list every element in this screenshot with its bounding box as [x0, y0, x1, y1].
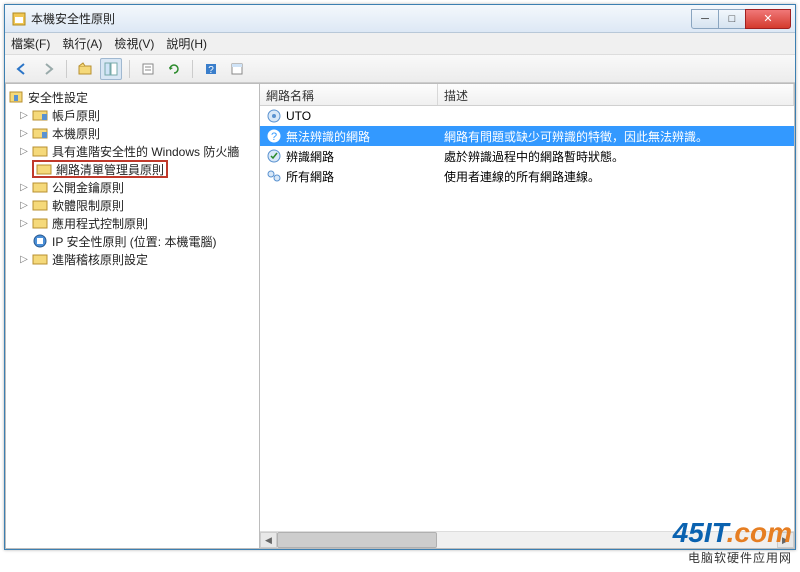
menu-help[interactable]: 說明(H) [166, 35, 207, 52]
tree-item-software-restriction[interactable]: ▷ 軟體限制原則 [8, 196, 257, 214]
tree-root[interactable]: 安全性設定 [8, 88, 257, 106]
svg-text:?: ? [208, 65, 214, 76]
app-icon [11, 11, 27, 27]
expander-spacer [18, 163, 30, 175]
list-row[interactable]: 辨識網路 處於辨識過程中的網路暫時狀態。 [260, 146, 794, 166]
expander-icon[interactable]: ▷ [18, 127, 30, 139]
scroll-left-button[interactable]: ◀ [260, 532, 277, 548]
toolbar: ? [5, 55, 795, 83]
row-name: UTO [286, 109, 311, 123]
folder-icon [32, 125, 48, 141]
folder-icon [36, 161, 52, 177]
ipsec-icon [32, 233, 48, 249]
scroll-thumb[interactable] [277, 532, 437, 548]
row-desc: 使用者連線的所有網路連線。 [438, 168, 794, 185]
menu-action[interactable]: 執行(A) [62, 35, 102, 52]
folder-icon [32, 107, 48, 123]
folder-icon [32, 251, 48, 267]
list-row[interactable]: ? 無法辨識的網路 網路有問題或缺少可辨識的特徵，因此無法辨識。 [260, 126, 794, 146]
export-button[interactable] [137, 58, 159, 80]
list-row[interactable]: 所有網路 使用者連線的所有網路連線。 [260, 166, 794, 186]
help-button[interactable]: ? [200, 58, 222, 80]
network-icon [266, 108, 282, 124]
row-name: 無法辨識的網路 [286, 128, 370, 145]
svg-text:?: ? [271, 131, 277, 143]
watermark-brand: 45IT.com [673, 517, 792, 549]
column-header-desc[interactable]: 描述 [438, 84, 794, 105]
folder-icon [32, 197, 48, 213]
app-window: 本機安全性原則 ─ □ ✕ 檔案(F) 執行(A) 檢視(V) 說明(H) ? … [4, 4, 796, 550]
properties-button[interactable] [226, 58, 248, 80]
up-button[interactable] [74, 58, 96, 80]
security-icon [8, 89, 24, 105]
folder-icon [32, 215, 48, 231]
row-name: 所有網路 [286, 168, 334, 185]
expander-icon[interactable]: ▷ [18, 253, 30, 265]
menu-view[interactable]: 檢視(V) [114, 35, 154, 52]
expander-icon[interactable]: ▷ [18, 181, 30, 193]
tree-item-app-control[interactable]: ▷ 應用程式控制原則 [8, 214, 257, 232]
expander-icon[interactable]: ▷ [18, 145, 30, 157]
row-desc: 網路有問題或缺少可辨識的特徵，因此無法辨識。 [438, 128, 794, 145]
tree-item-ip-security[interactable]: IP 安全性原則 (位置: 本機電腦) [8, 232, 257, 250]
tree-item-account-policies[interactable]: ▷ 帳戶原則 [8, 106, 257, 124]
tree-panel: 安全性設定 ▷ 帳戶原則 ▷ 本機原則 ▷ 具有進階安全性的 Windows 防… [6, 84, 260, 548]
list-row[interactable]: UTO [260, 106, 794, 126]
menu-bar: 檔案(F) 執行(A) 檢視(V) 說明(H) [5, 33, 795, 55]
highlight-annotation: 網路清單管理員原則 [32, 160, 168, 178]
watermark-sub: 电脑软硬件应用网 [673, 549, 792, 566]
show-tree-button[interactable] [100, 58, 122, 80]
tree-item-firewall[interactable]: ▷ 具有進階安全性的 Windows 防火牆 [8, 142, 257, 160]
title-bar[interactable]: 本機安全性原則 ─ □ ✕ [5, 5, 795, 33]
menu-file[interactable]: 檔案(F) [11, 35, 50, 52]
tree-item-public-key[interactable]: ▷ 公開金鑰原則 [8, 178, 257, 196]
window-controls: ─ □ ✕ [692, 9, 791, 29]
row-name: 辨識網路 [286, 148, 334, 165]
network-icon [266, 168, 282, 184]
folder-icon [32, 179, 48, 195]
toolbar-separator [192, 60, 193, 78]
tree-item-local-policies[interactable]: ▷ 本機原則 [8, 124, 257, 142]
expander-icon[interactable]: ▷ [18, 109, 30, 121]
row-desc: 處於辨識過程中的網路暫時狀態。 [438, 148, 794, 165]
column-header-name[interactable]: 網路名稱 [260, 84, 438, 105]
list-body: UTO ? 無法辨識的網路 網路有問題或缺少可辨識的特徵，因此無法辨識。 辨識網… [260, 106, 794, 531]
refresh-button[interactable] [163, 58, 185, 80]
network-icon [266, 148, 282, 164]
maximize-button[interactable]: □ [718, 9, 746, 29]
folder-icon [32, 143, 48, 159]
minimize-button[interactable]: ─ [691, 9, 719, 29]
list-header: 網路名稱 描述 [260, 84, 794, 106]
toolbar-separator [129, 60, 130, 78]
window-title: 本機安全性原則 [31, 10, 692, 27]
toolbar-separator [66, 60, 67, 78]
expander-spacer [18, 235, 30, 247]
back-button[interactable] [11, 58, 33, 80]
expander-icon[interactable]: ▷ [18, 199, 30, 211]
list-panel: 網路名稱 描述 UTO ? 無法辨識的網路 網路有問題或缺少可辨識的特徵， [260, 84, 794, 548]
tree-item-network-list[interactable]: 網路清單管理員原則 [8, 160, 257, 178]
close-button[interactable]: ✕ [745, 9, 791, 29]
content-area: 安全性設定 ▷ 帳戶原則 ▷ 本機原則 ▷ 具有進階安全性的 Windows 防… [5, 83, 795, 549]
tree-item-advanced-audit[interactable]: ▷ 進階稽核原則設定 [8, 250, 257, 268]
network-icon: ? [266, 128, 282, 144]
forward-button[interactable] [37, 58, 59, 80]
watermark: 45IT.com 电脑软硬件应用网 [673, 517, 792, 566]
expander-icon[interactable]: ▷ [18, 217, 30, 229]
